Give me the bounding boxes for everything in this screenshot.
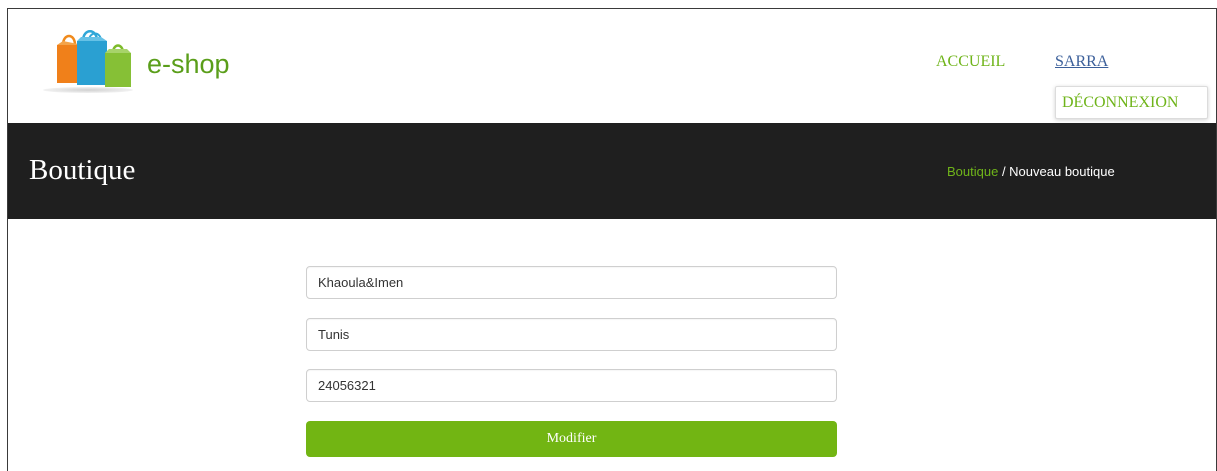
site-logo[interactable]: e-shop (41, 27, 231, 97)
page-banner: Boutique Boutique / Nouveau boutique (8, 123, 1216, 219)
shopping-bags-icon (57, 30, 131, 87)
logo-text: e-shop (147, 49, 230, 79)
breadcrumb-separator: / (998, 164, 1010, 179)
breadcrumb: Boutique / Nouveau boutique (947, 164, 1115, 179)
logout-menu-item[interactable]: DÉCONNEXION (1062, 94, 1178, 112)
modify-button[interactable]: Modifier (306, 421, 837, 457)
shop-phone-input[interactable] (306, 369, 837, 402)
shop-name-input[interactable] (306, 266, 837, 299)
user-dropdown-menu: DÉCONNEXION (1055, 86, 1208, 119)
breadcrumb-link-boutique[interactable]: Boutique (947, 164, 998, 179)
shop-city-input[interactable] (306, 318, 837, 351)
page-frame: e-shop ACCUEIL SARRA DÉCONNEXION Boutiqu… (7, 8, 1217, 471)
page-title: Boutique (29, 154, 136, 186)
nav-home-link[interactable]: ACCUEIL (936, 53, 1005, 71)
breadcrumb-current: Nouveau boutique (1009, 164, 1115, 179)
site-header: e-shop ACCUEIL SARRA DÉCONNEXION (8, 9, 1216, 123)
nav-user-link[interactable]: SARRA (1055, 53, 1108, 71)
